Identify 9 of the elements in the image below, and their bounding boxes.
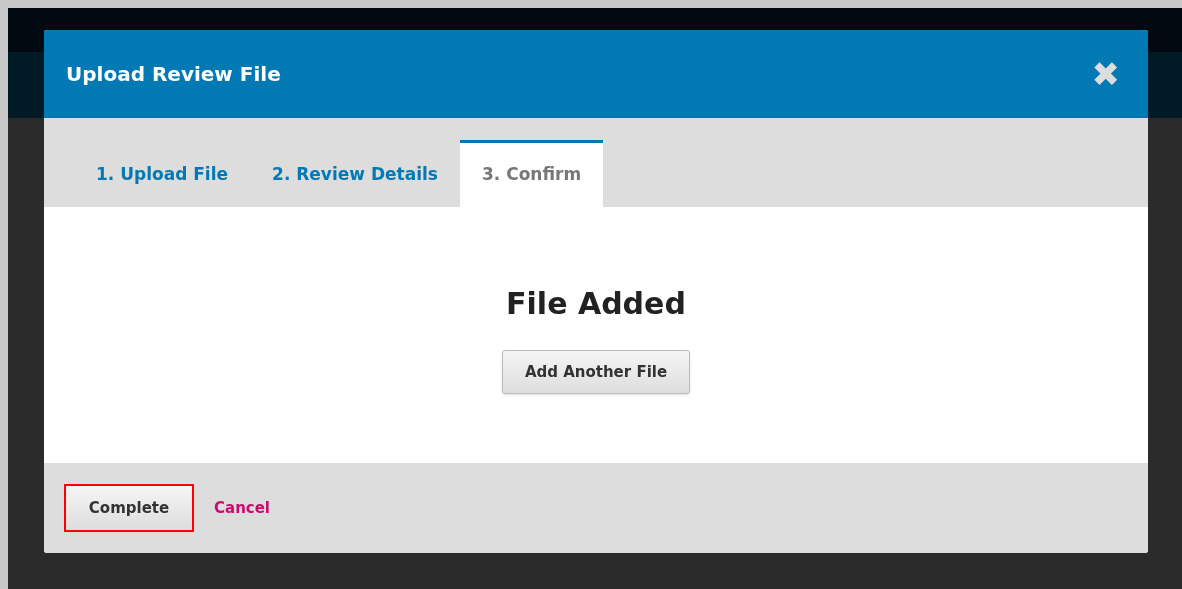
add-file-button[interactable]: Add Another File [501, 350, 691, 394]
step-tab[interactable]: 3. Confirm [459, 140, 604, 207]
complete-button[interactable]: Complete [64, 484, 194, 532]
cancel-link[interactable]: Cancel [214, 496, 270, 520]
dialog-title: Upload Review File [66, 61, 281, 88]
step-tab[interactable]: 1. Upload File [74, 140, 251, 207]
status-heading: File Added [506, 285, 686, 323]
close-button[interactable]: ✖ [1091, 57, 1120, 91]
step-tab[interactable]: 2. Review Details [250, 140, 460, 207]
